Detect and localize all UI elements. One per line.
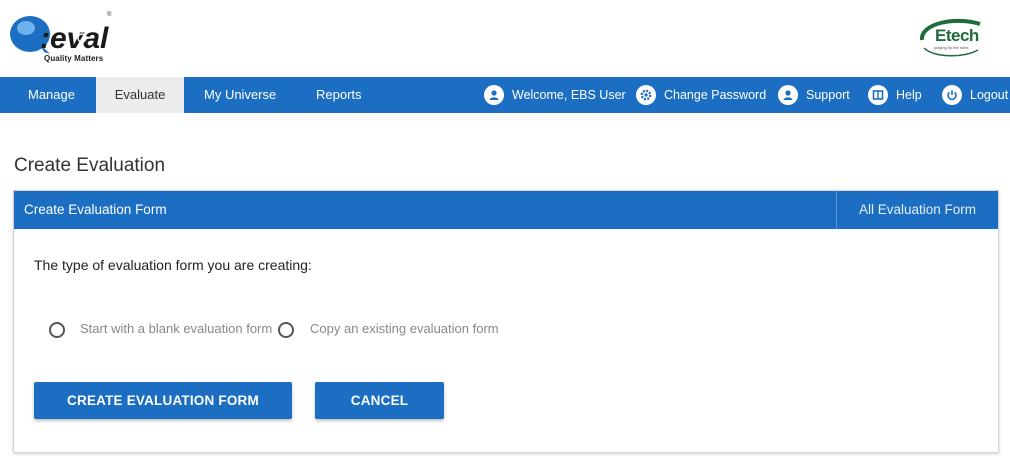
welcome-label: Welcome, EBS User (512, 88, 626, 102)
create-evaluation-panel: Create Evaluation Form All Evaluation Fo… (13, 190, 999, 453)
welcome-user-link[interactable]: Welcome, EBS User (484, 77, 626, 113)
brand-tagline: Quality Matters (44, 54, 104, 63)
blank-form-label[interactable]: Start with a blank evaluation form (80, 321, 272, 336)
nav-manage[interactable]: Manage (10, 77, 93, 113)
power-icon (942, 85, 962, 105)
nav-reports[interactable]: Reports (298, 77, 380, 113)
app-header: :eval ® Quality Matters Etech playing by… (0, 0, 1010, 77)
all-evaluation-form-link[interactable]: All Evaluation Form (837, 191, 998, 229)
blank-form-radio[interactable] (49, 322, 65, 338)
copy-form-label[interactable]: Copy an existing evaluation form (310, 321, 499, 336)
logout-label: Logout (970, 88, 1009, 102)
nav-my-universe[interactable]: My Universe (186, 77, 294, 113)
panel-title: Create Evaluation Form (24, 202, 167, 217)
cancel-button[interactable]: CANCEL (315, 382, 444, 419)
user-icon (484, 85, 504, 105)
partner-logo-text: Etech (935, 26, 979, 45)
support-label: Support (806, 88, 850, 102)
nav-evaluate[interactable]: Evaluate (96, 77, 184, 113)
svg-text:®: ® (107, 11, 112, 18)
panel-header: Create Evaluation Form All Evaluation Fo… (14, 191, 998, 229)
main-navbar: Manage Evaluate My Universe Reports Welc… (0, 77, 1010, 113)
create-evaluation-form-button[interactable]: CREATE EVALUATION FORM (34, 382, 292, 419)
form-type-question: The type of evaluation form you are crea… (34, 257, 312, 273)
page-title: Create Evaluation (14, 155, 166, 176)
support-link[interactable]: Support (778, 77, 850, 113)
support-user-icon (778, 85, 798, 105)
logout-link[interactable]: Logout (942, 77, 1008, 113)
book-icon (868, 85, 888, 105)
help-link[interactable]: Help (868, 77, 922, 113)
partner-tagline: playing by the rules (934, 45, 969, 50)
svg-text::eval: :eval (40, 22, 109, 55)
gear-icon (636, 85, 656, 105)
copy-form-radio[interactable] (278, 322, 294, 338)
change-password-link[interactable]: Change Password (636, 77, 766, 113)
help-label: Help (896, 88, 922, 102)
change-password-label: Change Password (664, 88, 767, 102)
